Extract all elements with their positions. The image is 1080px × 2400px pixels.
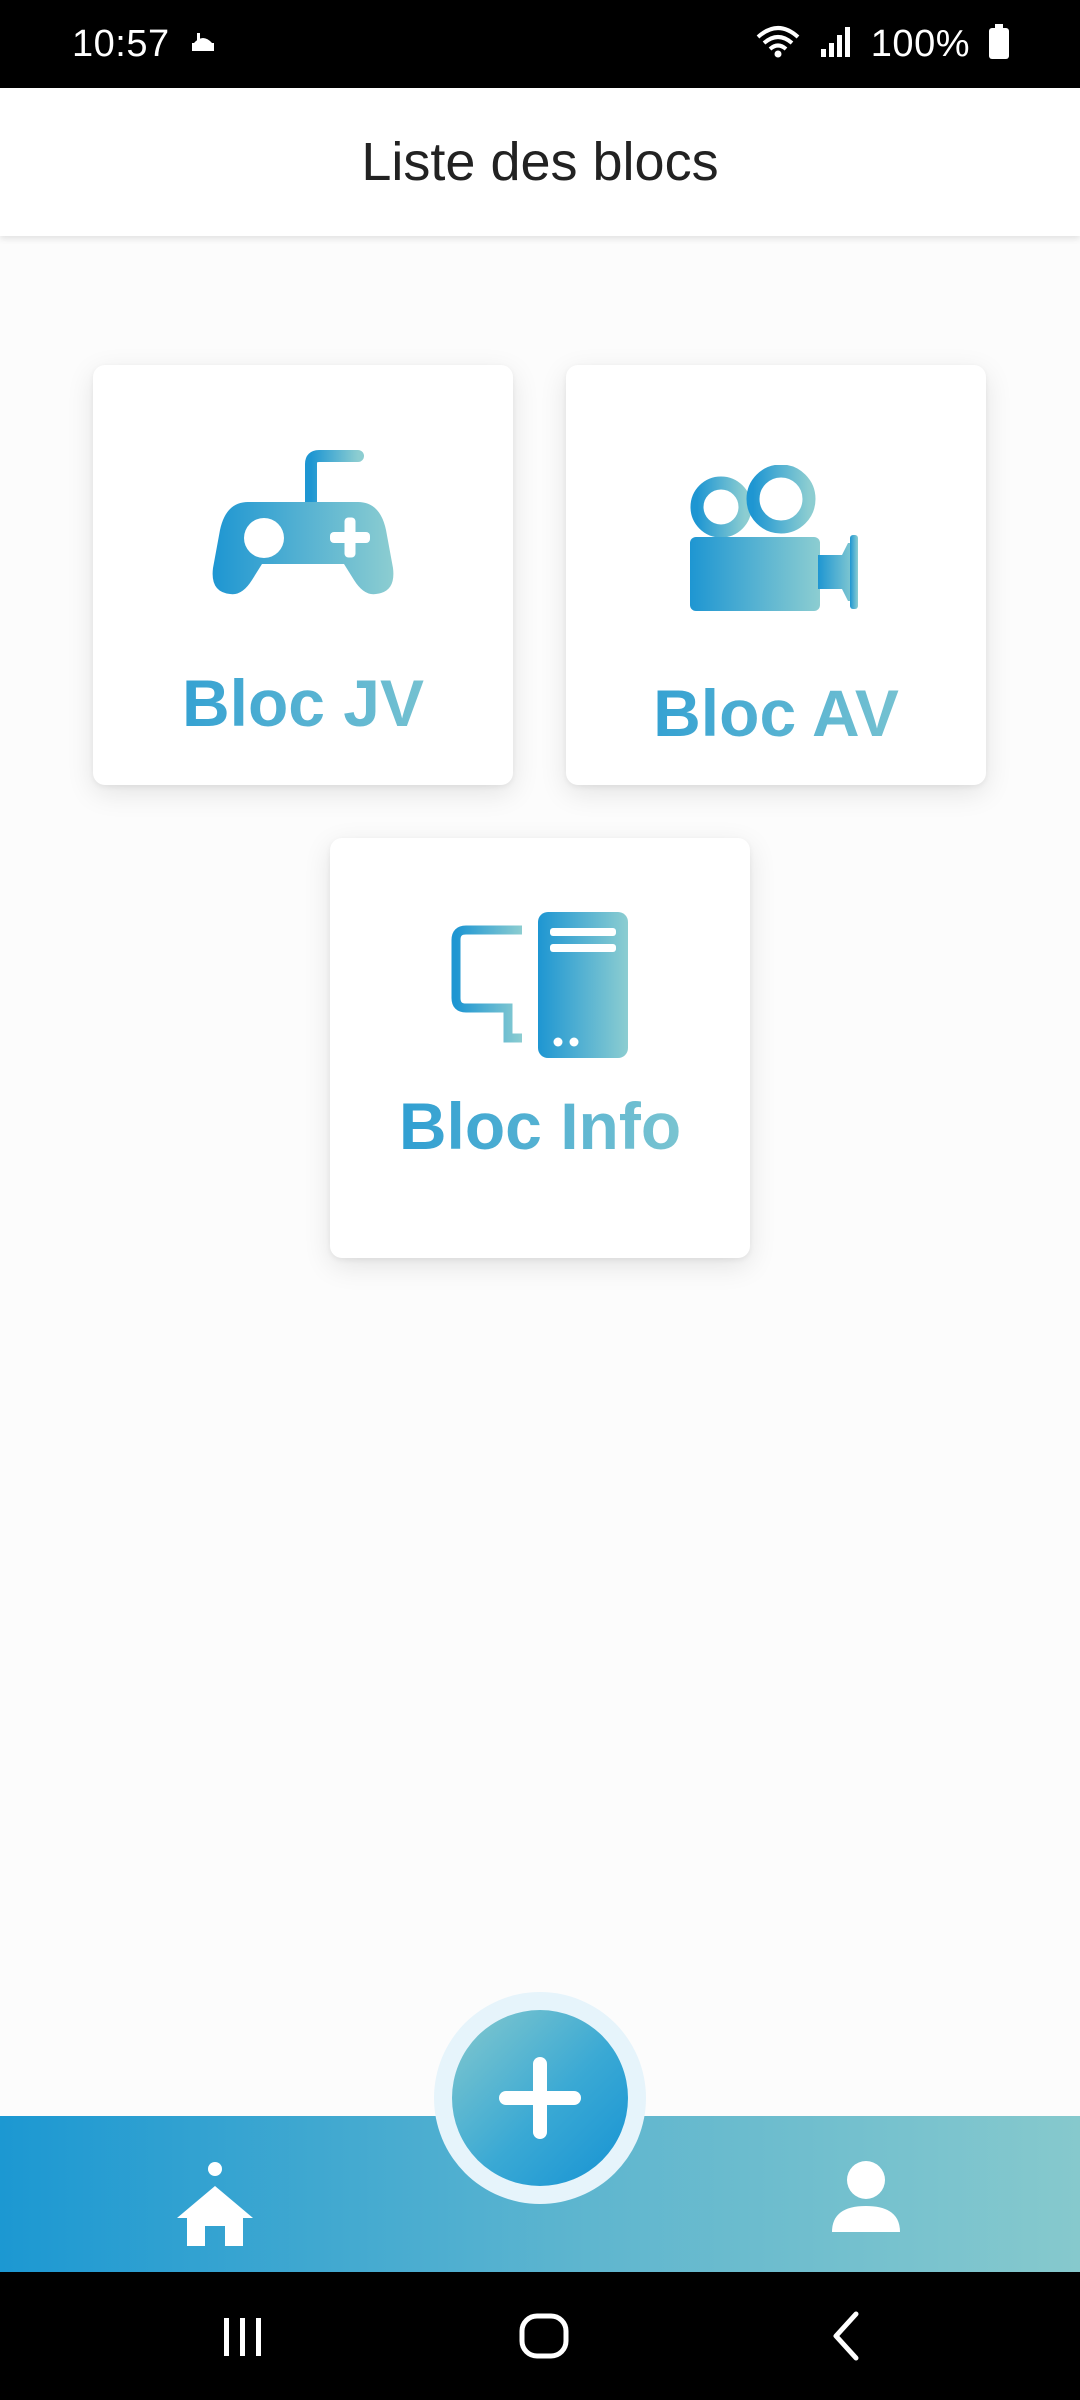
notification-icon <box>188 27 218 62</box>
nav-profile-button[interactable] <box>826 2156 906 2236</box>
video-camera-icon <box>566 465 986 615</box>
block-card-jv[interactable]: Bloc JV <box>93 365 513 785</box>
battery-icon <box>988 23 1010 65</box>
active-indicator-dot <box>208 2162 222 2176</box>
page-title: Liste des blocs <box>361 132 719 192</box>
wifi-icon <box>755 23 801 66</box>
home-icon <box>177 2186 253 2246</box>
nav-home-button[interactable] <box>170 2138 260 2248</box>
back-icon[interactable] <box>818 2306 878 2366</box>
plus-icon <box>499 2057 581 2139</box>
block-card-info[interactable]: Bloc Info <box>330 838 750 1258</box>
screen: 10:57 100% Liste des blocs Bloc JV Bloc … <box>0 0 1080 2400</box>
block-label: Bloc Info <box>330 1088 750 1164</box>
block-label: Bloc AV <box>566 675 986 751</box>
battery-percentage: 100% <box>870 22 970 65</box>
recent-apps-icon[interactable] <box>212 2306 272 2366</box>
add-button[interactable] <box>452 2010 628 2186</box>
computer-icon <box>330 910 750 1060</box>
status-bar: 10:57 100% <box>0 0 1080 88</box>
app-bar: Liste des blocs <box>0 88 1080 236</box>
status-right: 100% <box>755 23 1010 66</box>
user-icon <box>832 2161 900 2232</box>
home-button-icon[interactable] <box>514 2306 574 2366</box>
system-nav-bar <box>0 2272 1080 2400</box>
status-time: 10:57 <box>72 22 170 65</box>
gamepad-icon <box>93 450 513 600</box>
block-label: Bloc JV <box>93 665 513 741</box>
block-card-av[interactable]: Bloc AV <box>566 365 986 785</box>
signal-icon <box>819 25 853 64</box>
status-left: 10:57 <box>72 23 218 66</box>
